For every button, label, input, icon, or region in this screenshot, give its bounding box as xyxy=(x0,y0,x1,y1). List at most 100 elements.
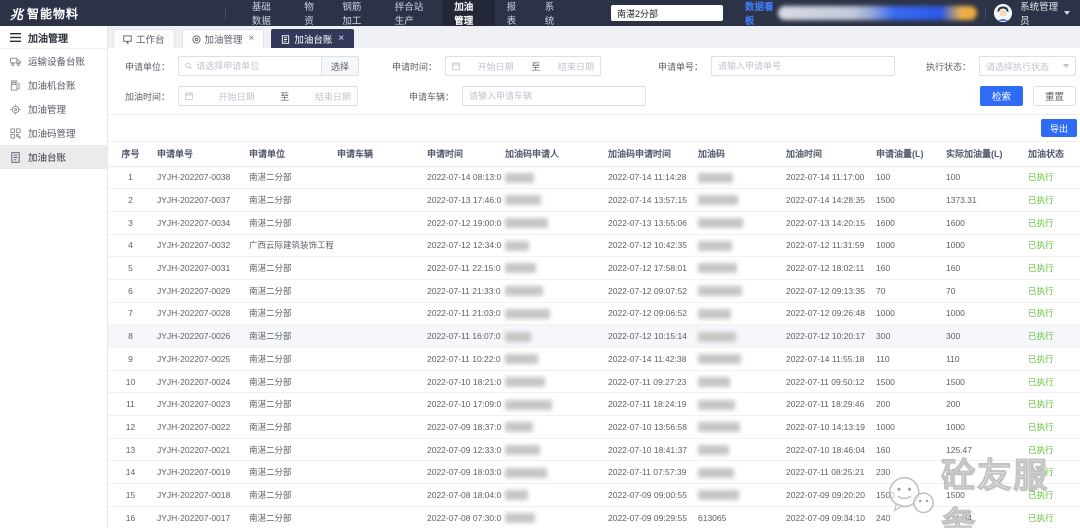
sidebar-item-fuel-management[interactable]: 加油管理 xyxy=(0,97,107,121)
table-cell: 南湛二分部 xyxy=(245,438,333,461)
table-row[interactable]: 2JYJH-202207-0037南湛二分部2022-07-13 17:46:0… xyxy=(108,189,1080,212)
table-row[interactable]: 16JYJH-202207-0017南湛二分部2022-07-08 07:30:… xyxy=(108,506,1080,528)
status-badge: 已执行 xyxy=(1028,445,1054,455)
table-cell: 125.47 xyxy=(942,438,1024,461)
fuel-ledger-panel: 申请单位： 选择 申请时间： xyxy=(108,48,1080,528)
column-header: 加油时间 xyxy=(782,142,872,166)
menu-item-fueling[interactable]: 加油管理 xyxy=(442,0,494,26)
menu-item-materials[interactable]: 物资 xyxy=(292,0,330,26)
table-cell: 南湛二分部 xyxy=(245,257,333,280)
choose-unit-button[interactable]: 选择 xyxy=(322,56,359,76)
tab-fuel-management[interactable]: 加油管理 × xyxy=(182,29,265,48)
table-cell: 1 xyxy=(108,166,153,189)
fuel-time-range-picker[interactable]: 开始日期 至 结束日期 xyxy=(178,86,358,106)
vehicle-field[interactable] xyxy=(469,91,639,101)
export-button[interactable]: 导出 xyxy=(1041,119,1077,137)
table-row[interactable]: 14JYJH-202207-0019南湛二分部2022-07-09 18:03:… xyxy=(108,461,1080,484)
redacted-text xyxy=(698,422,740,432)
table-cell: 已执行 xyxy=(1024,234,1080,257)
table-cell: 1000 xyxy=(942,302,1024,325)
table-cell: 16 xyxy=(108,506,153,528)
redacted-text xyxy=(698,332,736,342)
apply-time-range-picker[interactable]: 开始日期 至 结束日期 xyxy=(445,56,601,76)
table-cell: 已执行 xyxy=(1024,506,1080,528)
filter-row-2: 加油时间： 开始日期 至 结束日期 申请车辆： xyxy=(108,86,1080,106)
menu-item-system[interactable]: 系统 xyxy=(533,0,571,26)
table-cell: 2022-07-13 13:55:06 xyxy=(604,211,694,234)
redacted-text xyxy=(698,309,731,319)
table-row[interactable]: 8JYJH-202207-0026南湛二分部2022-07-11 16:07:0… xyxy=(108,325,1080,348)
sidebar-item-fuel-ledger[interactable]: 加油台账 xyxy=(0,145,107,169)
menu-item-mixing-plant[interactable]: 拌合站生产 xyxy=(383,0,442,26)
tab-workbench[interactable]: 工作台 xyxy=(113,29,175,48)
table-row[interactable]: 3JYJH-202207-0034南湛二分部2022-07-12 19:00:0… xyxy=(108,211,1080,234)
exec-status-placeholder: 请选择执行状态 xyxy=(986,60,1049,73)
table-row[interactable]: 5JYJH-202207-0031南湛二分部2022-07-11 22:15:0… xyxy=(108,257,1080,280)
table-row[interactable]: 7JYJH-202207-0028南湛二分部2022-07-11 21:03:0… xyxy=(108,302,1080,325)
fuel-time-label: 加油时间： xyxy=(108,90,170,103)
order-no-input[interactable] xyxy=(711,56,895,76)
redacted-text xyxy=(505,173,534,183)
table-row[interactable]: 15JYJH-202207-0018南湛二分部2022-07-08 18:04:… xyxy=(108,484,1080,507)
table-cell: 已执行 xyxy=(1024,211,1080,234)
search-button[interactable]: 检索 xyxy=(980,86,1023,106)
table-cell xyxy=(694,325,782,348)
table-row[interactable]: 10JYJH-202207-0024南湛二分部2022-07-10 18:21:… xyxy=(108,370,1080,393)
menu-item-rebar[interactable]: 钢筋加工 xyxy=(330,0,382,26)
table-cell: 1000 xyxy=(942,416,1024,439)
tab-fuel-ledger[interactable]: 加油台账 × xyxy=(271,29,354,48)
table-cell: 110 xyxy=(942,348,1024,371)
table-row[interactable]: 4JYJH-202207-0032广西云际建筑装饰工程...2022-07-12… xyxy=(108,234,1080,257)
redacted-text xyxy=(505,377,545,387)
menu-item-base-data[interactable]: 基础数据 xyxy=(240,0,292,26)
user-menu[interactable]: 系统管理员 xyxy=(1020,0,1070,27)
redacted-text xyxy=(505,513,535,523)
table-cell: 12 xyxy=(108,416,153,439)
table-row[interactable]: 6JYJH-202207-0029南湛二分部2022-07-11 21:33:0… xyxy=(108,279,1080,302)
table-cell xyxy=(694,438,782,461)
apply-unit-input[interactable] xyxy=(178,56,322,76)
sidebar-item-dispenser-ledger[interactable]: 加油机台账 xyxy=(0,73,107,97)
menu-item-reports[interactable]: 报表 xyxy=(495,0,533,26)
exec-status-select[interactable]: 请选择执行状态 xyxy=(979,56,1076,76)
table-row[interactable]: 13JYJH-202207-0021南湛二分部2022-07-09 12:33:… xyxy=(108,438,1080,461)
dashboard-link[interactable]: 数据看板 xyxy=(745,0,778,27)
apply-unit-field[interactable] xyxy=(196,61,315,71)
filter-row-1: 申请单位： 选择 申请时间： xyxy=(108,56,1080,76)
qr-code-icon xyxy=(10,128,21,139)
start-date-placeholder: 开始日期 xyxy=(219,90,255,103)
table-cell: 2022-07-12 19:00:00 xyxy=(423,211,501,234)
redacted-text xyxy=(505,218,548,228)
table-cell: 南湛二分部 xyxy=(245,189,333,212)
org-search-input[interactable] xyxy=(611,5,723,21)
table-cell xyxy=(501,189,604,212)
table-cell: 已执行 xyxy=(1024,166,1080,189)
table-row[interactable]: 11JYJH-202207-0023南湛二分部2022-07-10 17:09:… xyxy=(108,393,1080,416)
table-cell xyxy=(333,257,423,280)
vehicle-input[interactable] xyxy=(462,86,646,106)
user-avatar[interactable] xyxy=(994,4,1012,22)
close-icon[interactable]: × xyxy=(338,34,344,44)
column-header: 申请单位 xyxy=(245,142,333,166)
table-cell: 2022-07-12 12:34:00 xyxy=(423,234,501,257)
table-row[interactable]: 1JYJH-202207-0038南湛二分部2022-07-14 08:13:0… xyxy=(108,166,1080,189)
table-cell: 2022-07-11 21:33:00 xyxy=(423,279,501,302)
table-cell xyxy=(501,461,604,484)
table-cell xyxy=(694,348,782,371)
table-header-row: 序号申请单号申请单位申请车辆申请时间加油码申请人加油码申请时间加油码加油时间申请… xyxy=(108,142,1080,166)
table-row[interactable]: 12JYJH-202207-0022南湛二分部2022-07-09 18:37:… xyxy=(108,416,1080,439)
sidebar-item-transport-ledger[interactable]: 运输设备台账 xyxy=(0,49,107,73)
order-no-field[interactable] xyxy=(718,61,888,71)
sidebar-item-fuel-code-management[interactable]: 加油码管理 xyxy=(0,121,107,145)
table-cell: 2022-07-14 08:13:00 xyxy=(423,166,501,189)
table-cell: JYJH-202207-0019 xyxy=(153,461,245,484)
status-badge: 已执行 xyxy=(1028,513,1054,523)
hamburger-menu-icon[interactable] xyxy=(10,33,21,42)
table-cell xyxy=(333,506,423,528)
close-icon[interactable]: × xyxy=(249,34,255,44)
table-cell: 4 xyxy=(108,234,153,257)
reset-button[interactable]: 重置 xyxy=(1033,86,1076,106)
table-row[interactable]: 9JYJH-202207-0025南湛二分部2022-07-11 10:22:0… xyxy=(108,348,1080,371)
table-cell xyxy=(333,438,423,461)
table-cell xyxy=(501,506,604,528)
